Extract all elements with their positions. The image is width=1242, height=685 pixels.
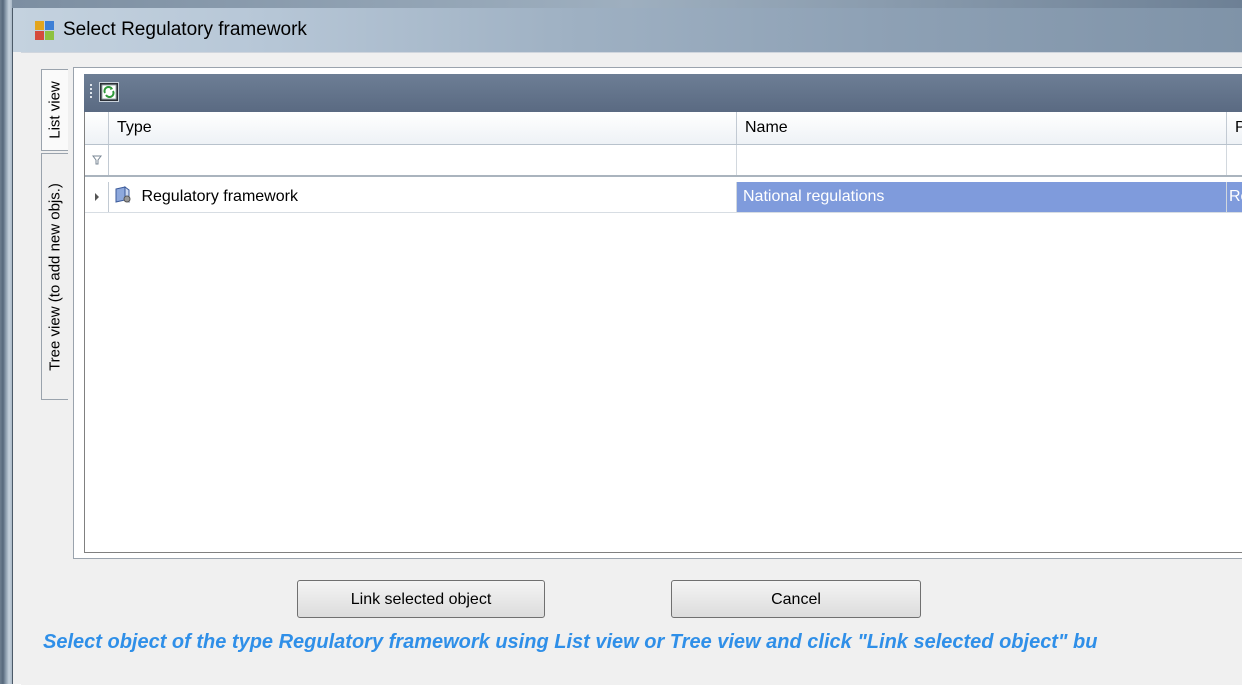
tab-tree-view-label: Tree view (to add new objs.) xyxy=(46,182,64,371)
filter-type-input[interactable] xyxy=(109,145,737,175)
filter-partial-input[interactable] xyxy=(1227,145,1242,175)
column-header-partial[interactable]: Pa xyxy=(1227,112,1242,144)
filter-icon xyxy=(85,145,109,175)
regulatory-framework-icon xyxy=(113,185,133,205)
cell-type-text: Regulatory framework xyxy=(141,188,298,205)
table-row[interactable]: Regulatory framework National regulation… xyxy=(85,182,1242,213)
tab-tree-view[interactable]: Tree view (to add new objs.) xyxy=(41,153,68,400)
grid-header-row: Type Name Pa xyxy=(85,112,1242,145)
dialog-window: Select Regulatory framework List view Tr… xyxy=(12,8,1242,685)
instruction-hint: Select object of the type Regulatory fra… xyxy=(43,631,1098,653)
filter-name-input[interactable] xyxy=(737,145,1227,175)
header-corner xyxy=(85,112,109,144)
grid-toolbar xyxy=(84,74,1242,112)
desktop-edge xyxy=(0,0,12,684)
window-title: Select Regulatory framework xyxy=(63,19,307,40)
filter-row xyxy=(85,145,1242,177)
tab-list-view[interactable]: List view xyxy=(41,69,68,151)
cell-partial[interactable]: Re xyxy=(1227,182,1242,212)
row-expand-arrow-icon[interactable] xyxy=(85,182,109,212)
cell-name[interactable]: National regulations xyxy=(737,182,1227,212)
title-bar[interactable]: Select Regulatory framework xyxy=(13,8,1242,52)
desktop-background xyxy=(12,0,1242,8)
dialog-client-area: List view Tree view (to add new objs.) T… xyxy=(21,52,1242,685)
toolbar-grip[interactable] xyxy=(90,84,93,102)
column-header-type[interactable]: Type xyxy=(109,112,737,144)
refresh-icon[interactable] xyxy=(99,82,119,102)
cancel-button[interactable]: Cancel xyxy=(671,580,921,618)
link-selected-object-button[interactable]: Link selected object xyxy=(297,580,545,618)
objects-grid: Type Name Pa xyxy=(84,112,1242,553)
tab-list-view-label: List view xyxy=(46,81,64,139)
cell-type[interactable]: Regulatory framework xyxy=(109,182,737,212)
column-header-name[interactable]: Name xyxy=(737,112,1227,144)
list-view-panel: Type Name Pa xyxy=(73,67,1242,559)
app-icon xyxy=(35,21,55,41)
